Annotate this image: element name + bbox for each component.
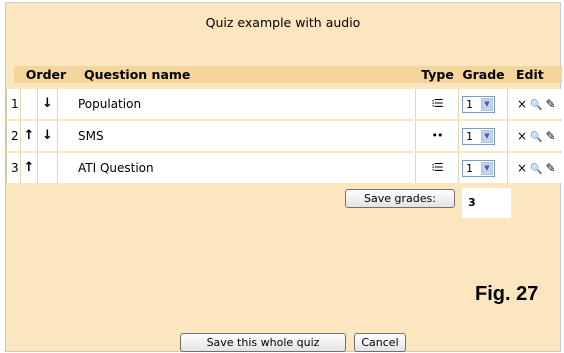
question-name: Population <box>58 89 416 119</box>
multichoice-icon: ⁝☰ <box>416 89 459 119</box>
multichoice-icon: ⁝☰ <box>416 153 459 183</box>
save-grades-button[interactable]: Save grades: <box>345 189 455 208</box>
quiz-panel: Quiz example with audio Order Question n… <box>5 2 562 352</box>
cancel-button[interactable]: Cancel <box>354 333 406 352</box>
move-up-arrow[interactable] <box>21 89 38 119</box>
edit-icon[interactable]: ✎ <box>546 129 556 143</box>
header-grade: Grade <box>459 66 508 83</box>
header-edit: Edit <box>508 66 562 83</box>
edit-icon[interactable]: ✎ <box>546 161 556 175</box>
chevron-down-icon[interactable]: ▼ <box>481 162 493 175</box>
move-down-arrow[interactable] <box>38 153 58 183</box>
grade-select[interactable]: 1 ▼ <box>462 160 495 177</box>
question-name: ATI Question <box>58 153 416 183</box>
short-answer-icon: •• <box>416 121 459 151</box>
chevron-down-icon[interactable]: ▼ <box>481 130 493 143</box>
delete-icon[interactable]: × <box>517 129 527 143</box>
edit-cell: × 🔍 ✎ <box>508 121 562 151</box>
delete-icon[interactable]: × <box>517 161 527 175</box>
figure-label: Fig. 27 <box>475 283 539 305</box>
preview-icon[interactable]: 🔍 <box>530 164 542 175</box>
grade-cell: 1 ▼ <box>459 153 508 183</box>
total-grade: 3 <box>462 188 511 218</box>
grade-select[interactable]: 1 ▼ <box>462 128 495 145</box>
quiz-title: Quiz example with audio <box>205 15 361 30</box>
row-number: 2 <box>6 121 21 151</box>
move-up-arrow[interactable]: ↑ <box>21 121 38 151</box>
grade-value: 1 <box>466 98 473 111</box>
grade-value: 1 <box>466 162 473 175</box>
edit-cell: × 🔍 ✎ <box>508 153 562 183</box>
preview-icon[interactable]: 🔍 <box>530 132 542 143</box>
edit-cell: × 🔍 ✎ <box>508 89 562 119</box>
row-number: 1 <box>6 89 21 119</box>
move-up-arrow[interactable]: ↑ <box>21 153 38 183</box>
header-question-name: Question name <box>78 66 416 83</box>
move-down-arrow[interactable]: ↓ <box>38 121 58 151</box>
grade-value: 1 <box>466 130 473 143</box>
delete-icon[interactable]: × <box>517 97 527 111</box>
preview-icon[interactable]: 🔍 <box>530 100 542 111</box>
move-down-arrow[interactable]: ↓ <box>38 89 58 119</box>
save-quiz-button[interactable]: Save this whole quiz <box>180 333 346 352</box>
row-number: 3 <box>6 153 21 183</box>
grade-cell: 1 ▼ <box>459 121 508 151</box>
chevron-down-icon[interactable]: ▼ <box>481 98 493 111</box>
grade-select[interactable]: 1 ▼ <box>462 96 495 113</box>
grade-cell: 1 ▼ <box>459 89 508 119</box>
header-order: Order <box>14 66 78 83</box>
header-type: Type <box>416 66 459 83</box>
question-name: SMS <box>58 121 416 151</box>
edit-icon[interactable]: ✎ <box>546 97 556 111</box>
